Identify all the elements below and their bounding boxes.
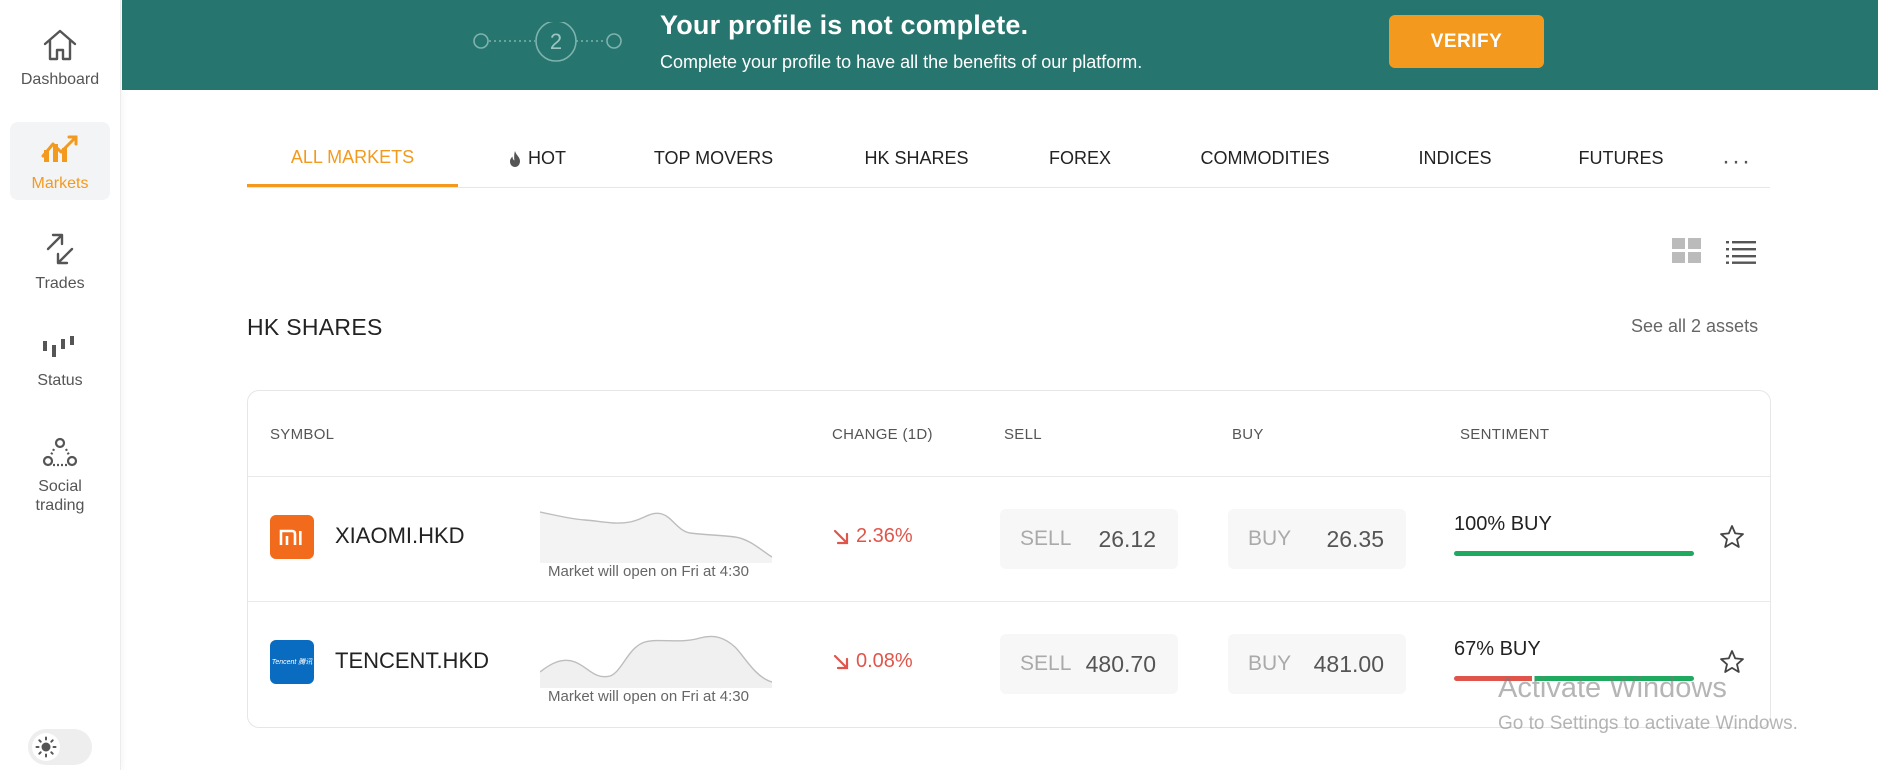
tencent-logo-text: Tencent 腾讯 xyxy=(271,659,313,666)
table-row[interactable]: XIAOMI.HKD Market will open on Fri at 4:… xyxy=(248,476,1770,601)
change-percent: 2.36% xyxy=(856,525,913,547)
header-symbol: SYMBOL xyxy=(270,426,335,443)
activate-windows-hint: Go to Settings to activate Windows. xyxy=(1498,713,1798,734)
sell-price: 26.12 xyxy=(1098,525,1156,552)
tab-hot[interactable]: HOT xyxy=(495,130,579,187)
asset-symbol: TENCENT.HKD xyxy=(335,648,490,673)
buy-label: BUY xyxy=(1248,527,1292,550)
header-sentiment: SENTIMENT xyxy=(1460,426,1550,443)
arrow-down-right-icon xyxy=(833,654,849,669)
markets-chart-icon xyxy=(41,135,78,162)
more-tabs-icon[interactable]: ··· xyxy=(1722,148,1752,176)
social-network-icon xyxy=(42,437,78,467)
change-percent: 0.08% xyxy=(856,650,913,672)
banner-title: Your profile is not complete. xyxy=(660,10,1029,40)
banner-subtitle: Complete your profile to have all the be… xyxy=(660,52,1143,72)
tab-indices[interactable]: INDICES xyxy=(1415,130,1495,187)
sidebar-item-social-trading[interactable]: Social trading xyxy=(10,425,110,525)
market-tabs: ALL MARKETS HOT TOP MOVERS HK SHARES FOR… xyxy=(247,130,1770,188)
sidebar: Dashboard Markets Trades Status Social t… xyxy=(0,0,121,770)
sell-label: SELL xyxy=(1020,652,1072,675)
grid-view-icon[interactable] xyxy=(1672,238,1702,264)
market-status-note: Market will open on Fri at 4:30 xyxy=(548,563,749,580)
buy-button[interactable]: BUY 481.00 xyxy=(1228,634,1406,694)
market-status-note: Market will open on Fri at 4:30 xyxy=(548,688,749,705)
sentiment-text: 67% BUY xyxy=(1454,638,1541,660)
theme-toggle[interactable] xyxy=(28,729,92,765)
sidebar-item-status[interactable]: Status xyxy=(10,321,110,399)
activate-windows-watermark: Activate Windows xyxy=(1498,672,1727,704)
sidebar-item-label: Social trading xyxy=(35,478,85,514)
sentiment-text: 100% BUY xyxy=(1454,513,1552,535)
tab-forex[interactable]: FOREX xyxy=(1047,130,1113,187)
sidebar-item-trades[interactable]: Trades xyxy=(10,222,110,300)
sell-price: 480.70 xyxy=(1085,650,1156,677)
sparkline-chart xyxy=(540,511,772,563)
xiaomi-logo xyxy=(270,515,314,559)
tencent-logo: Tencent 腾讯 xyxy=(270,640,314,684)
sidebar-item-markets[interactable]: Markets xyxy=(10,122,110,200)
sidebar-item-label: Markets xyxy=(31,174,89,192)
sell-button[interactable]: SELL 26.12 xyxy=(1000,509,1178,569)
arrow-down-right-icon xyxy=(833,529,849,544)
sell-button[interactable]: SELL 480.70 xyxy=(1000,634,1178,694)
arrows-icon xyxy=(46,233,74,264)
profile-banner: 2 Your profile is not complete. Complete… xyxy=(122,0,1878,90)
header-change: CHANGE (1D) xyxy=(832,426,933,443)
tab-all-markets[interactable]: ALL MARKETS xyxy=(247,130,458,187)
sidebar-item-label: Dashboard xyxy=(20,70,100,88)
tab-top-movers[interactable]: TOP MOVERS xyxy=(651,130,776,187)
sentiment-bar xyxy=(1454,551,1694,556)
asset-symbol: XIAOMI.HKD xyxy=(335,523,465,548)
progress-step-number: 2 xyxy=(549,29,563,54)
sidebar-item-dashboard[interactable]: Dashboard xyxy=(10,18,110,96)
sun-icon xyxy=(32,733,60,761)
buy-price: 26.35 xyxy=(1326,525,1384,552)
tab-futures[interactable]: FUTURES xyxy=(1577,130,1665,187)
tab-hk-shares[interactable]: HK SHARES xyxy=(859,130,974,187)
sparkline-chart xyxy=(540,635,772,688)
see-all-link[interactable]: See all 2 assets xyxy=(1631,316,1758,337)
buy-label: BUY xyxy=(1248,652,1292,675)
status-bars-icon xyxy=(43,335,74,357)
favorite-star-icon[interactable] xyxy=(1718,523,1746,551)
sidebar-item-label: Trades xyxy=(35,274,85,292)
verify-button[interactable]: VERIFY xyxy=(1389,15,1544,68)
section-title: HK SHARES xyxy=(247,314,383,340)
header-sell: SELL xyxy=(1004,426,1042,443)
table-row[interactable]: Tencent 腾讯 TENCENT.HKD Market will open … xyxy=(248,601,1770,726)
tab-commodities[interactable]: COMMODITIES xyxy=(1195,130,1335,187)
flame-icon xyxy=(508,150,522,168)
change-value: 0.08% xyxy=(832,650,913,673)
home-icon xyxy=(43,29,77,60)
sidebar-item-label: Status xyxy=(37,371,83,389)
list-view-icon[interactable] xyxy=(1726,240,1756,264)
buy-button[interactable]: BUY 26.35 xyxy=(1228,509,1406,569)
change-value: 2.36% xyxy=(832,525,913,548)
tab-label: HOT xyxy=(528,148,566,168)
header-buy: BUY xyxy=(1232,426,1264,443)
sell-label: SELL xyxy=(1020,527,1072,550)
progress-step-icon xyxy=(473,22,622,62)
buy-price: 481.00 xyxy=(1313,650,1384,677)
